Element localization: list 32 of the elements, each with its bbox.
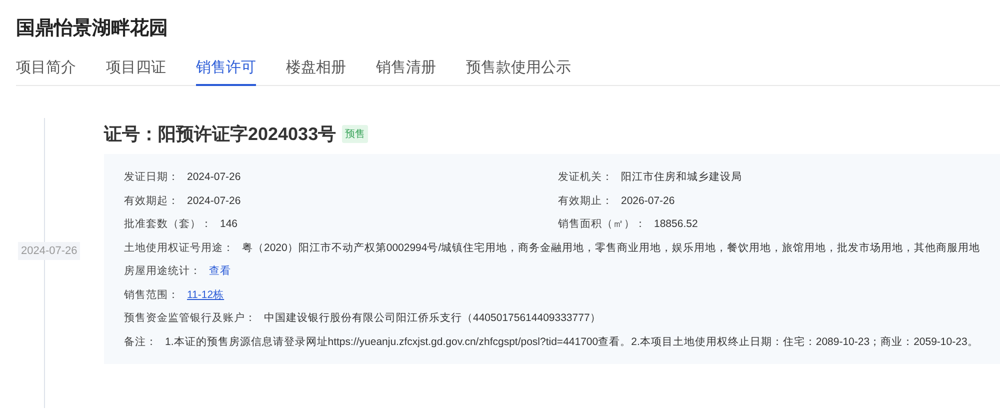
field-label: 有效期止： (558, 194, 613, 208)
field-value: 阳江市住房和城乡建设局 (621, 170, 742, 185)
field-value: 粤（2020）阳江市不动产权第0002994号/城镇住宅用地，商务金融用地，零售商业用地，娱乐用地，餐饮用地，旅馆用地，批发市场用地，其他商服用地 (242, 240, 980, 256)
field-label: 有效期起： (124, 194, 179, 208)
tab[interactable]: 项目四证 (106, 58, 166, 86)
tab[interactable]: 项目简介 (16, 58, 76, 86)
field-label: 预售资金监管银行及账户： (124, 311, 256, 326)
field-value: 2024-07-26 (187, 170, 241, 185)
field-value: 2024-07-26 (187, 194, 241, 208)
field-value: 中国建设银行股份有限公司阳江侨乐支行（44050175614409333777） (264, 311, 601, 326)
tab[interactable]: 销售清册 (376, 58, 436, 86)
range-link[interactable]: 11-12栋 (187, 284, 224, 307)
field-value: 1.本证的预售房源信息请登录网址https://yueanju.zfcxjst.gd.gov.cn/zhfcgspt/posl?tid=441700查看。2.本项目土地使用权终止日期：住宅：2089-10-23；商业：2059-10-23。 (165, 334, 978, 350)
field-label: 发证机关： (558, 170, 613, 185)
field-label: 销售范围： (124, 288, 179, 302)
timeline-date: 2024-07-26 (18, 242, 80, 260)
field-label: 批准套数（套）： (124, 217, 212, 232)
field-label: 备注： (124, 334, 157, 350)
tab[interactable]: 销售许可 (196, 58, 256, 86)
field-label: 土地使用权证号用途： (124, 240, 234, 256)
project-title: 国鼎怡景湖畔花园 (16, 17, 169, 41)
field-label: 发证日期： (124, 170, 179, 185)
status-tag: 预售 (342, 125, 368, 143)
field-value: 2026-07-26 (621, 194, 675, 208)
view-link[interactable]: 查看 (209, 260, 231, 284)
field-label: 销售面积（㎡）： (558, 217, 646, 232)
field-value: 18856.52 (654, 217, 698, 232)
tab[interactable]: 预售款使用公示 (466, 58, 571, 86)
field-value: 146 (220, 217, 238, 232)
permit-title: 证号：阳预许证字2024033号 (104, 123, 336, 146)
tab[interactable]: 楼盘相册 (286, 58, 346, 86)
field-label: 房屋用途统计： (124, 264, 201, 279)
